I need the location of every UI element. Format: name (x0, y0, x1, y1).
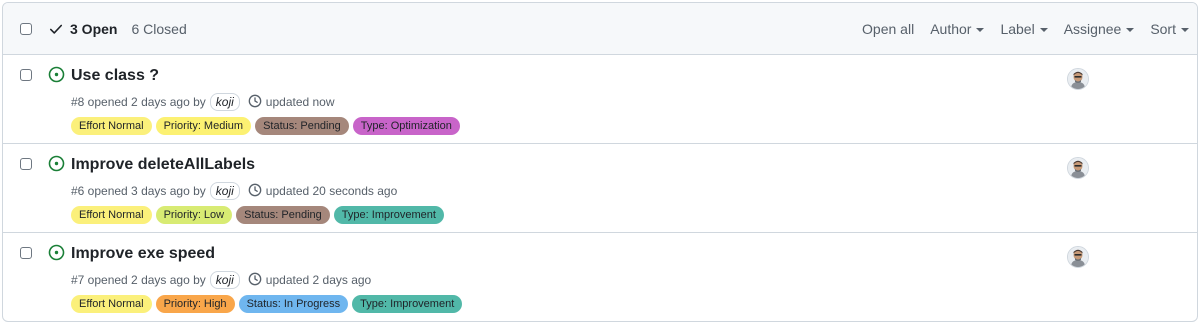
issue-title-link[interactable]: Improve deleteAllLabels (71, 156, 255, 174)
author-filter-label: Author (930, 20, 972, 37)
clock-icon (248, 272, 262, 289)
assignee-filter-label: Assignee (1063, 20, 1122, 37)
assignee-avatar[interactable] (1067, 157, 1089, 179)
issue-labels: Effort Normal Priority: Medium Status: Pen… (71, 117, 464, 135)
issue-checkbox[interactable] (20, 69, 32, 81)
select-all-checkbox[interactable] (20, 23, 32, 35)
clock-icon (248, 183, 262, 200)
chevron-down-icon (1181, 27, 1189, 32)
issue-meta: #7 opened 2 days ago by koji updated 2 d… (71, 271, 371, 289)
issue-label[interactable]: Status: Pending (255, 117, 349, 135)
issue-updated-text: updated now (265, 95, 335, 109)
issue-label[interactable]: Status: In Progress (238, 295, 349, 313)
issue-updated-text: updated 2 days ago (265, 273, 372, 287)
closed-issues-tab[interactable]: 6 Closed (131, 21, 186, 37)
open-issues-tab[interactable]: 3 Open (49, 21, 117, 37)
assignee-avatar[interactable] (1067, 246, 1089, 268)
issue-rows: Use class ? #8 opened 2 days ago by koji… (3, 55, 1197, 321)
chevron-down-icon (976, 27, 985, 32)
open-all-button[interactable]: Open all (862, 21, 914, 37)
issue-label[interactable]: Status: Pending (236, 206, 330, 224)
issue-label[interactable]: Type: Optimization (352, 117, 460, 135)
sort-filter-label: Sort (1150, 20, 1176, 37)
issue-row[interactable]: Improve exe speed #7 opened 2 days ago b… (3, 233, 1197, 321)
issue-label[interactable]: Effort Normal (71, 206, 152, 224)
chevron-down-icon (1126, 27, 1135, 32)
filter-bar: Open all Author Label Assignee Sort (846, 3, 1189, 54)
assignee-avatar[interactable] (1067, 68, 1089, 90)
state-filters: 3 Open 6 Closed (49, 3, 187, 54)
author-link[interactable]: koji (209, 271, 240, 289)
issue-opened-text: #8 opened 2 days ago by (71, 95, 206, 109)
issue-title-link[interactable]: Use class ? (71, 67, 159, 85)
clock-icon (248, 94, 262, 111)
issue-checkbox[interactable] (20, 158, 32, 170)
issue-opened-icon (48, 244, 65, 266)
issue-labels: Effort Normal Priority: High Status: In Pr… (71, 295, 466, 313)
issue-opened-text: #6 opened 3 days ago by (71, 184, 206, 198)
chevron-down-icon (1039, 27, 1048, 32)
label-filter[interactable]: Label (1000, 20, 1048, 37)
author-filter[interactable]: Author (930, 20, 985, 37)
issue-row[interactable]: Improve deleteAllLabels #6 opened 3 days… (3, 144, 1197, 233)
issue-title-link[interactable]: Improve exe speed (71, 245, 215, 263)
issue-label[interactable]: Effort Normal (71, 295, 152, 313)
issue-checkbox[interactable] (20, 247, 32, 259)
closed-count-label: 6 Closed (131, 20, 187, 37)
issue-label[interactable]: Type: Improvement (333, 206, 444, 224)
issue-label[interactable]: Priority: High (155, 295, 235, 313)
label-filter-label: Label (1000, 20, 1035, 37)
issue-opened-icon (48, 66, 65, 88)
assignee-filter[interactable]: Assignee (1064, 21, 1135, 37)
open-count-label: 3 Open (70, 20, 118, 37)
issues-header: 3 Open 6 Closed Open all Author Label As… (3, 3, 1197, 55)
issues-list: 3 Open 6 Closed Open all Author Label As… (2, 2, 1198, 322)
issue-label[interactable]: Priority: Low (155, 206, 233, 224)
open-all-label: Open all (862, 20, 915, 37)
issue-opened-text: #7 opened 2 days ago by (71, 273, 206, 287)
check-icon (49, 24, 63, 34)
issue-label[interactable]: Priority: Medium (155, 117, 252, 135)
issue-meta: #6 opened 3 days ago by koji updated 20 … (71, 182, 397, 200)
issue-label[interactable]: Type: Improvement (352, 295, 463, 313)
issue-labels: Effort Normal Priority: Low Status: Pendin… (71, 206, 448, 224)
author-link[interactable]: koji (209, 182, 240, 200)
issue-row[interactable]: Use class ? #8 opened 2 days ago by koji… (3, 55, 1197, 144)
issue-updated-text: updated 20 seconds ago (265, 184, 398, 198)
sort-filter[interactable]: Sort (1150, 21, 1189, 37)
issue-meta: #8 opened 2 days ago by koji updated now (71, 93, 335, 111)
issue-opened-icon (48, 155, 65, 177)
author-link[interactable]: koji (209, 93, 240, 111)
issue-label[interactable]: Effort Normal (71, 117, 152, 135)
